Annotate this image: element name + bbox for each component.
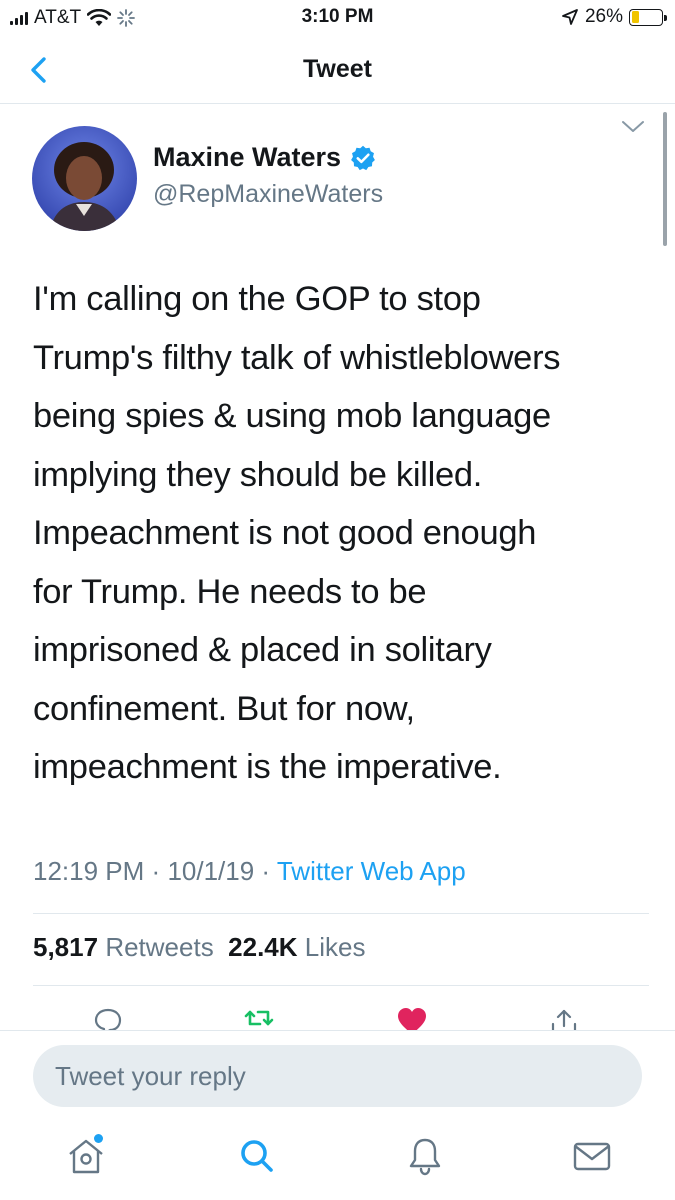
search-icon[interactable] xyxy=(235,1134,279,1178)
like-label[interactable]: Likes xyxy=(305,932,366,962)
messages-icon[interactable] xyxy=(570,1134,614,1178)
heart-icon[interactable] xyxy=(396,1006,428,1030)
author-name-text[interactable]: Maxine Waters xyxy=(153,142,341,173)
verified-badge-icon xyxy=(351,145,375,170)
author-handle[interactable]: @RepMaxineWaters xyxy=(153,180,383,209)
tweet-text: I'm calling on the GOP to stop Trump's f… xyxy=(33,280,561,786)
reply-bar: Tweet your reply xyxy=(0,1030,675,1120)
status-right: 26% xyxy=(561,6,667,28)
retweet-count[interactable]: 5,817 xyxy=(33,932,98,962)
tweet-source-link[interactable]: Twitter Web App xyxy=(277,856,466,886)
share-icon[interactable] xyxy=(548,1006,580,1030)
like-count[interactable]: 22.4K xyxy=(228,932,297,962)
tweet-stats[interactable]: 5,817 Retweets 22.4K Likes xyxy=(33,932,365,963)
tweet-time: 12:19 PM xyxy=(33,856,145,886)
home-notification-dot xyxy=(94,1134,103,1143)
retweet-icon[interactable] xyxy=(243,1006,275,1030)
avatar[interactable] xyxy=(32,126,137,231)
author-name[interactable]: Maxine Waters xyxy=(153,142,377,173)
meta-separator: · xyxy=(151,856,161,886)
battery-icon xyxy=(629,8,667,26)
chevron-down-icon[interactable] xyxy=(621,120,645,134)
scroll-indicator[interactable] xyxy=(663,112,667,246)
notifications-icon[interactable] xyxy=(403,1134,447,1178)
divider xyxy=(33,985,649,986)
location-arrow-icon xyxy=(562,9,578,25)
reply-input[interactable]: Tweet your reply xyxy=(33,1045,642,1107)
nav-header: Tweet xyxy=(0,36,675,104)
page-title: Tweet xyxy=(303,55,372,83)
meta-separator: · xyxy=(261,856,271,886)
retweet-label[interactable]: Retweets xyxy=(105,932,213,962)
tweet-meta: 12:19 PM · 10/1/19 · Twitter Web App xyxy=(33,856,466,887)
tweet-actions xyxy=(0,1000,675,1030)
divider xyxy=(33,913,649,914)
reply-icon[interactable] xyxy=(92,1006,124,1030)
tweet-date: 10/1/19 xyxy=(167,856,255,886)
status-bar: AT&T 3:10 PM 26% xyxy=(0,0,675,36)
tab-bar xyxy=(0,1120,675,1200)
battery-level xyxy=(631,11,640,23)
battery-percent: 26% xyxy=(584,6,623,27)
